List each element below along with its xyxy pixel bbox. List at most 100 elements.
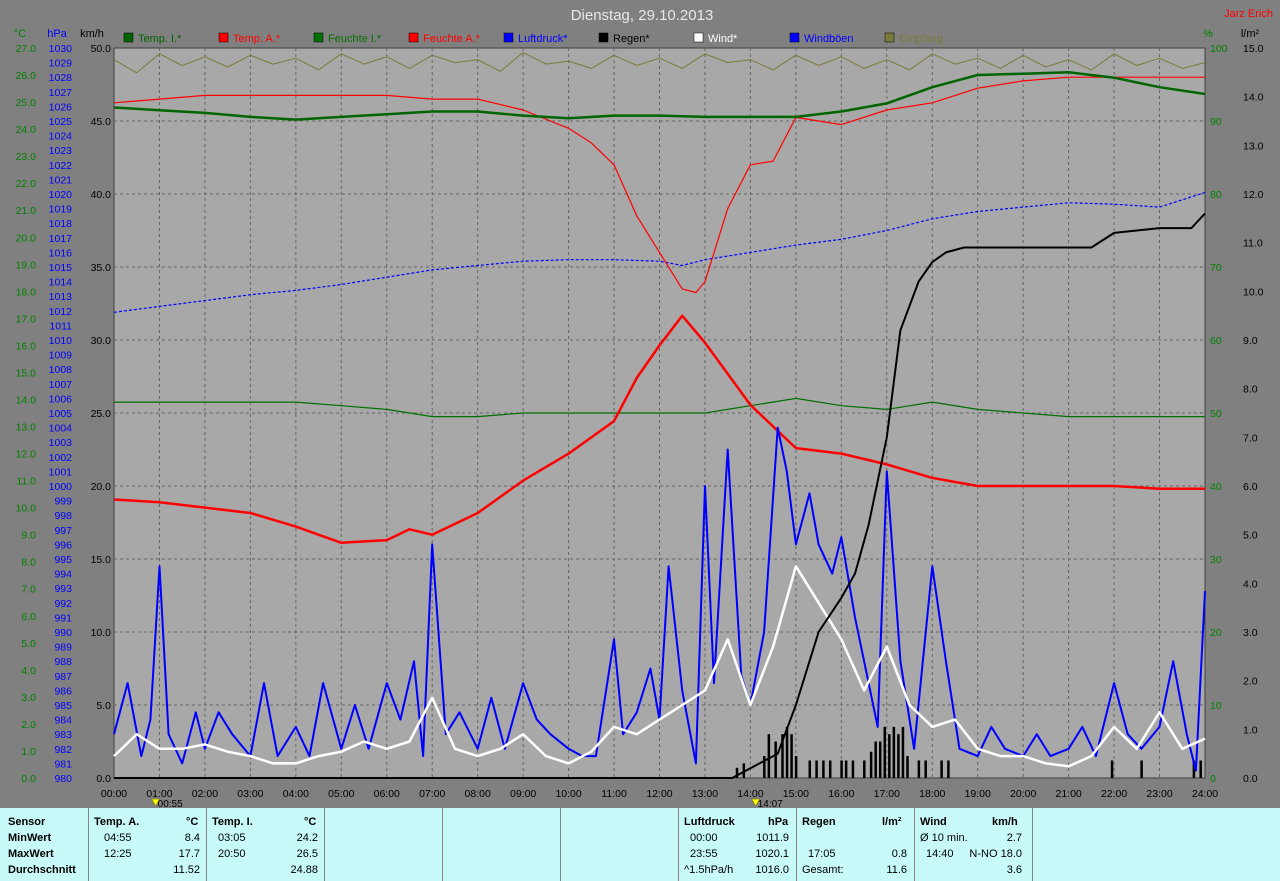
legend-swatch (408, 32, 419, 43)
press-tick-label: 1021 (49, 174, 73, 186)
press-header: Luftdruck (684, 816, 735, 828)
chart-title: Dienstag, 29.10.2013 (571, 7, 714, 24)
press-tick-label: 987 (54, 671, 72, 683)
press-tick-label: 989 (54, 642, 72, 654)
temp-tick-label: 21.0 (16, 205, 37, 217)
press-tick-label: 999 (54, 496, 72, 508)
press-tick-label: 990 (54, 627, 72, 639)
wind-tick-label: 0.0 (96, 773, 111, 785)
legend-swatch (598, 32, 609, 43)
temp-unit-label: °C (14, 28, 26, 40)
press-min-time: 00:00 (690, 832, 718, 844)
temp-tick-label: 1.0 (21, 746, 36, 758)
sun-marker-label: 14:07 (758, 799, 783, 808)
press-tick-label: 997 (54, 525, 72, 537)
press-tick-label: 1018 (49, 218, 73, 230)
wind-tick-label: 40.0 (91, 189, 112, 201)
time-tick-label: 10:00 (555, 788, 581, 800)
rain-bar (794, 756, 798, 778)
temp-tick-label: 27.0 (16, 43, 37, 55)
press-tick-label: 1011 (49, 320, 72, 332)
wind-max-time: 14:40 (926, 848, 954, 860)
time-tick-label: 11:00 (601, 788, 627, 800)
rain-unit: l/m² (882, 816, 902, 828)
time-tick-label: 16:00 (828, 788, 854, 800)
row-label-avg: Durchschnitt (8, 864, 76, 876)
wind-avg: 3.6 (1006, 864, 1022, 876)
press-tick-label: 1016 (49, 247, 73, 259)
rain-bar (822, 760, 825, 778)
temp-tick-label: 10.0 (16, 503, 37, 515)
temp-i-min-time: 03:05 (218, 832, 246, 844)
hum-tick-label: 20 (1210, 627, 1222, 639)
press-avg: 1016.0 (755, 864, 789, 876)
wind-tick-label: 20.0 (91, 481, 112, 493)
press-tick-label: 1015 (49, 262, 73, 274)
press-tick-label: 1020 (49, 189, 73, 201)
wind-tick-label: 35.0 (91, 262, 112, 274)
press-tick-label: 1005 (49, 408, 73, 420)
time-tick-label: 22:00 (1101, 788, 1127, 800)
rain-bar (869, 751, 873, 778)
temp-tick-label: 2.0 (21, 719, 36, 731)
legend-label: Temp. I.* (138, 33, 182, 45)
rain-bar (863, 760, 866, 778)
rain-max-time: 17:05 (808, 848, 836, 860)
legend-label: Windböen (804, 33, 854, 45)
rain-bar (947, 760, 950, 778)
press-tick-label: 1000 (49, 481, 73, 493)
time-tick-label: 19:00 (965, 788, 991, 800)
temp-tick-label: 11.0 (16, 476, 36, 488)
press-tick-label: 981 (54, 758, 72, 770)
press-tick-label: 1001 (49, 466, 73, 478)
press-tick-label: 1025 (49, 116, 73, 128)
time-tick-label: 23:00 (1146, 788, 1172, 800)
press-tick-label: 984 (54, 715, 72, 727)
hum-tick-label: 100 (1210, 43, 1228, 55)
hum-tick-label: 0 (1210, 773, 1216, 785)
wind-unit: km/h (992, 816, 1018, 828)
time-tick-label: 03:00 (237, 788, 263, 800)
legend: Temp. I.* Temp. A.* Feuchte I.* Feuchte A.*… (123, 32, 943, 45)
press-tick-label: 1010 (49, 335, 73, 347)
rain-bar (844, 760, 848, 778)
rain-max-val: 0.8 (891, 848, 907, 860)
wind-unit-label: km/h (80, 28, 104, 40)
temp-a-max-val: 17.7 (178, 848, 200, 860)
rain-tick-label: 3.0 (1243, 627, 1258, 639)
rain-bar (851, 760, 855, 778)
press-tick-label: 1028 (49, 72, 73, 84)
time-tick-label: 00:00 (101, 788, 127, 800)
legend-label: Luftdruck* (518, 33, 568, 45)
temp-a-min-val: 8.4 (184, 832, 200, 844)
rain-tick-label: 15.0 (1243, 43, 1264, 55)
temp-i-unit: °C (304, 816, 317, 828)
wind-max-val: N-NO 18.0 (969, 848, 1022, 860)
temp-i-min-val: 24.2 (296, 832, 318, 844)
rain-bar (917, 760, 921, 778)
press-tick-label: 1003 (49, 437, 73, 449)
rain-bar (906, 756, 909, 778)
press-tick-label: 1014 (49, 277, 73, 289)
temp-tick-label: 9.0 (21, 530, 36, 542)
press-trend: ^1.5hPa/h (684, 864, 734, 876)
temp-i-max-val: 26.5 (296, 848, 318, 860)
press-tick-label: 983 (54, 729, 72, 741)
legend-label: Feuchte A.* (423, 33, 481, 45)
wind-tick-label: 15.0 (91, 554, 112, 566)
rain-header: Regen (802, 816, 836, 828)
rain-total-label: Gesamt: (802, 864, 844, 876)
weather-chart: Dienstag, 29.10.2013 Jarz Erich °C hPa k… (14, 7, 1273, 808)
rain-bar (901, 726, 905, 778)
press-tick-label: 1017 (49, 233, 73, 245)
time-tick-label: 02:00 (192, 788, 218, 800)
time-tick-label: 09:00 (510, 788, 536, 800)
hum-tick-label: 60 (1210, 335, 1222, 347)
rain-total: 11.6 (886, 864, 907, 876)
time-tick-label: 24:00 (1192, 788, 1218, 800)
temp-tick-label: 26.0 (16, 70, 37, 82)
temp-tick-label: 15.0 (16, 367, 37, 379)
temp-tick-label: 24.0 (16, 124, 37, 136)
temp-tick-label: 25.0 (16, 97, 37, 109)
temp-a-min-time: 04:55 (104, 832, 132, 844)
